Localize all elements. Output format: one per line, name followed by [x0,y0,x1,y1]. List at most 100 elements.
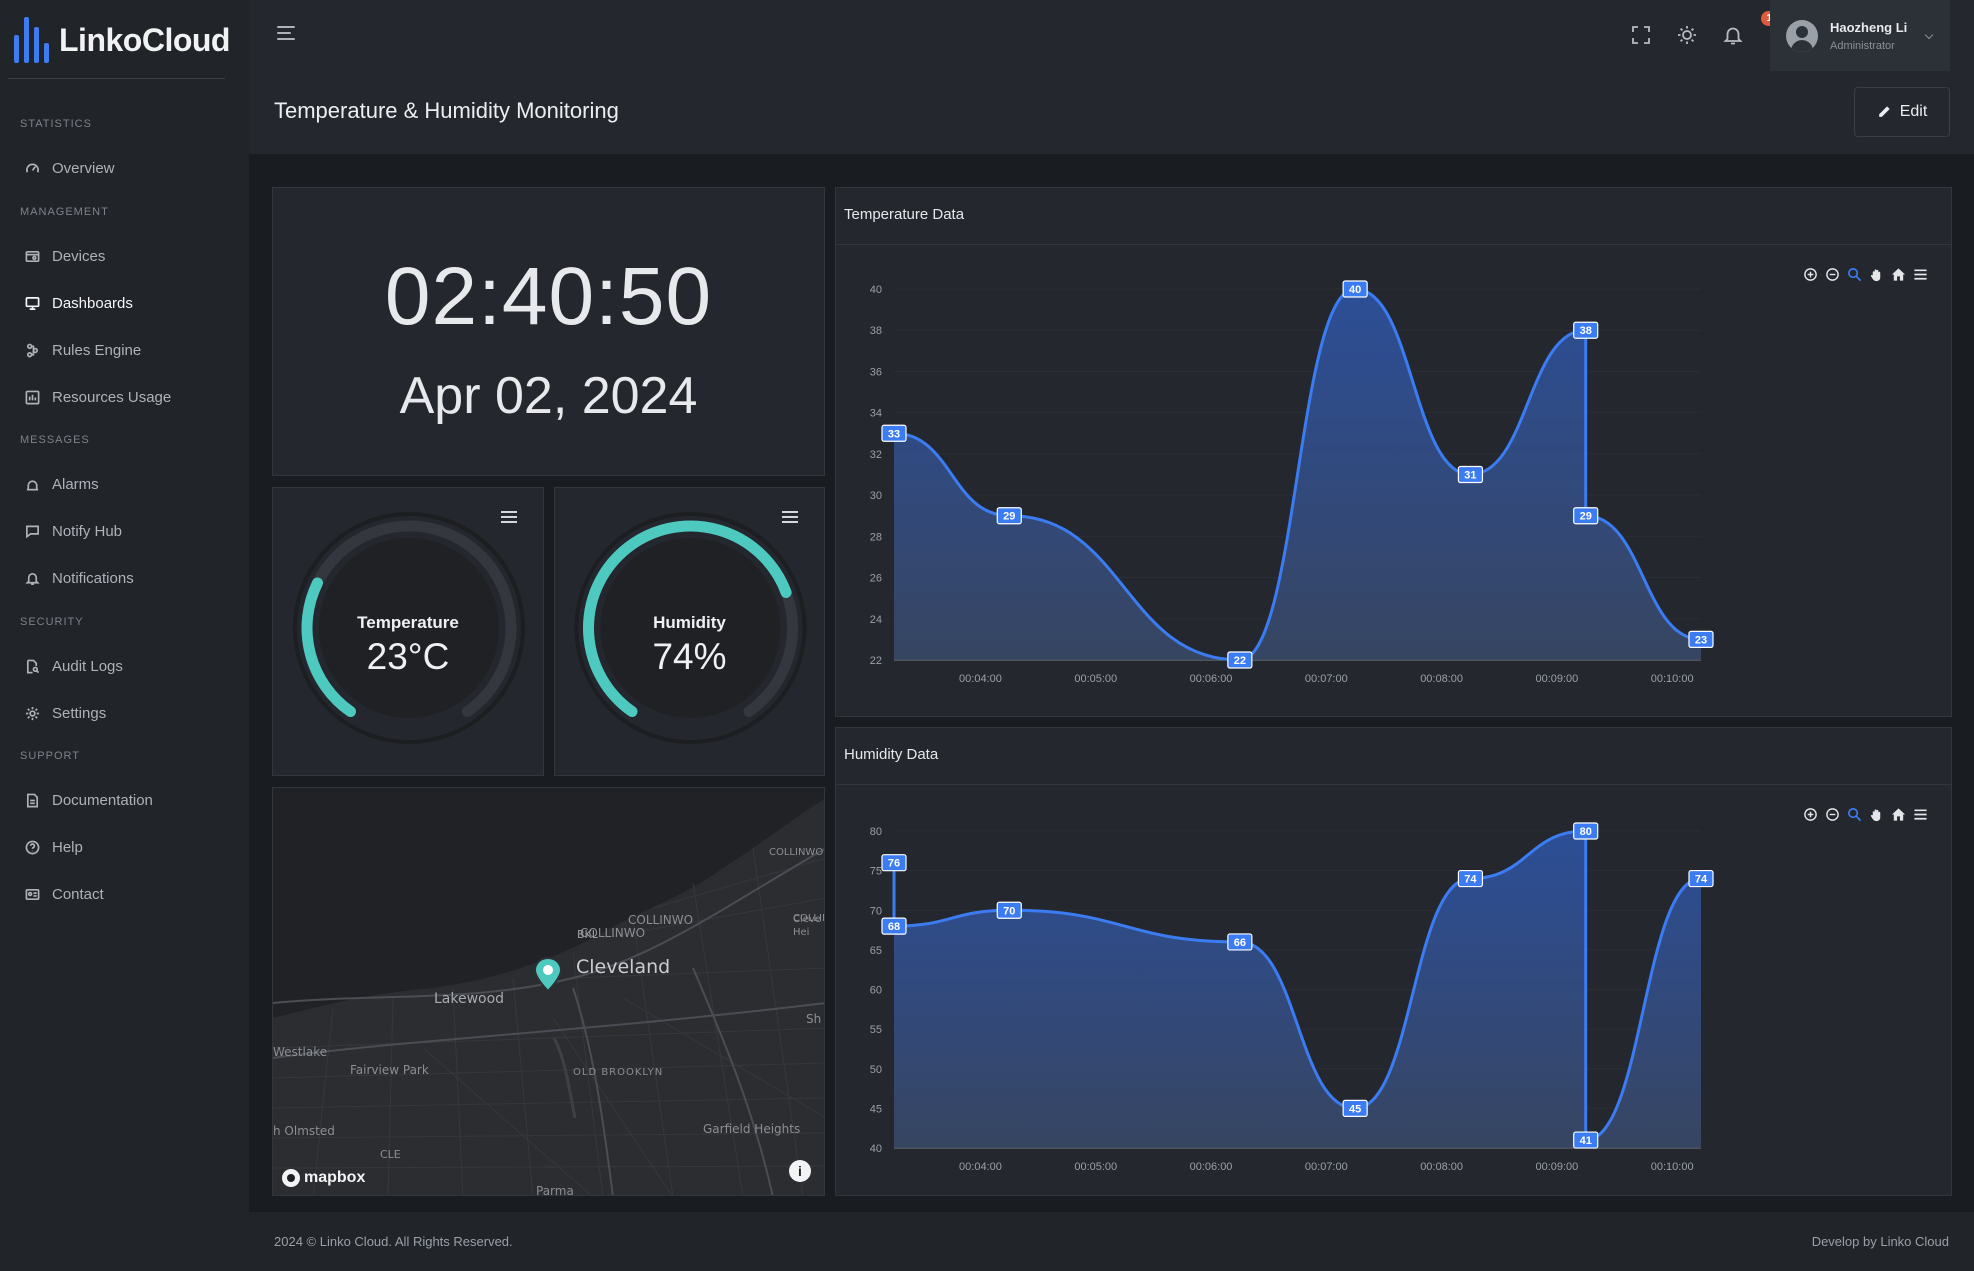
sidebar-item-rules-engine[interactable]: Rules Engine [24,338,141,362]
data-label-text: 41 [1580,1135,1592,1147]
data-point-label[interactable]: 31 [1457,465,1484,484]
data-label-text: 70 [1003,905,1015,917]
data-point-label[interactable]: 33 [881,424,907,442]
data-label-text: 66 [1234,937,1246,949]
brand-divider [8,78,225,79]
data-point-label[interactable]: 23 [1688,630,1714,648]
sidebar-item-help[interactable]: Help [24,835,83,859]
pan-hand-icon[interactable] [1867,805,1885,823]
sidebar-item-audit-logs[interactable]: Audit Logs [24,654,123,678]
sidebar-item-contact[interactable]: Contact [24,882,104,906]
edit-button-label: Edit [1899,103,1928,120]
data-label-text: 40 [1349,284,1361,296]
gear-icon [24,705,40,721]
data-point-label[interactable]: 74 [1688,869,1714,888]
menu-toggle-icon[interactable] [277,26,297,42]
data-label-text: 38 [1580,325,1592,337]
y-tick-label: 55 [870,1024,882,1036]
footer-copyright: 2024 © Linko Cloud. All Rights Reserved. [274,1234,513,1249]
data-point-label[interactable]: 29 [1573,507,1599,525]
map-label-old-brooklyn: OLD BROOKLYN [573,1067,664,1078]
sidebar-item-label: Settings [52,704,107,722]
sidebar-item-label: Dashboards [52,294,133,312]
logo-bars-icon [14,17,49,63]
chart-menu-icon[interactable] [1911,805,1929,823]
sidebar-item-dashboards[interactable]: Dashboards [24,291,133,315]
sidebar-item-overview[interactable]: Overview [24,156,115,180]
edit-button[interactable]: Edit [1854,87,1950,137]
y-tick-label: 70 [870,905,882,917]
nav-section-statistics: STATISTICS [20,118,92,130]
x-tick-label: 00:07:00 [1305,673,1348,685]
map-label-line: Cleve [793,914,821,925]
reset-home-icon[interactable] [1889,265,1907,283]
clock-date: Apr 02, 2024 [399,367,698,425]
map-label-fairview-park: Fairview Park [350,1063,429,1077]
data-point-label[interactable]: 76 [881,854,907,872]
notifications-bell-icon[interactable] [1722,24,1744,46]
data-point-label[interactable]: 29 [996,507,1022,525]
temperature-value: 23°C [366,636,450,677]
zoom-in-icon[interactable] [1801,805,1819,823]
data-point-label[interactable]: 38 [1573,321,1599,339]
data-point-label[interactable]: 22 [1227,651,1253,669]
sidebar-item-alarms[interactable]: Alarms [24,472,99,496]
humidity-label: Humidity [653,613,726,632]
data-point-label[interactable]: 66 [1227,933,1253,951]
theme-sun-icon[interactable] [1676,24,1698,46]
pan-hand-icon[interactable] [1867,265,1885,283]
mapbox-logo[interactable]: mapbox [282,1169,365,1187]
sidebar: LinkoCloud STATISTICS Overview MANAGEMEN… [0,0,249,1271]
x-tick-label: 00:09:00 [1535,673,1578,685]
map-label-cleveland-heights: Cleve Hei [793,913,821,939]
map-info-icon[interactable]: i [789,1160,811,1182]
brand-logo[interactable]: LinkoCloud [14,14,230,66]
data-label-text: 45 [1349,1103,1361,1115]
y-tick-label: 50 [870,1064,882,1076]
y-tick-label: 32 [870,449,882,461]
sidebar-item-label: Alarms [52,475,99,493]
map-label-cle: CLE [380,1148,401,1161]
sidebar-item-settings[interactable]: Settings [24,701,106,725]
reset-home-icon[interactable] [1889,805,1907,823]
y-tick-label: 22 [870,655,882,667]
document-icon [24,792,40,808]
app: LinkoCloud STATISTICS Overview MANAGEMEN… [0,0,1974,1271]
user-menu[interactable]: Haozheng Li Administrator [1770,0,1950,71]
fullscreen-icon[interactable] [1630,24,1652,46]
mapbox-logo-icon [282,1169,300,1187]
y-tick-label: 34 [870,408,882,420]
sidebar-item-devices[interactable]: Devices [24,244,105,268]
map-card[interactable]: COLLINWO COLLINWO COLLINWO BKL Cleveland… [272,787,825,1196]
sidebar-item-notifications[interactable]: Notifications [24,566,134,590]
sidebar-item-documentation[interactable]: Documentation [24,788,153,812]
data-point-label[interactable]: 41 [1573,1131,1599,1149]
data-label-text: 74 [1695,874,1708,886]
temperature-chart[interactable]: 22 24 26 28 30 32 34 36 38 40 00:04:00 00:05:00 00:0… [836,188,1953,718]
map-label-city: Cleveland [576,956,671,978]
sidebar-item-label: Notifications [52,569,134,587]
page-header: Temperature & Humidity Monitoring Edit [249,71,1974,154]
zoom-out-icon[interactable] [1823,805,1841,823]
zoom-out-icon[interactable] [1823,265,1841,283]
nav-section-security: SECURITY [20,616,84,628]
data-point-label[interactable]: 40 [1342,280,1368,298]
zoom-in-icon[interactable] [1801,265,1819,283]
map-label-garfield-heights: Garfield Heights [703,1122,801,1136]
data-point-label[interactable]: 70 [996,901,1022,919]
sidebar-item-notify-hub[interactable]: Notify Hub [24,519,122,543]
zoom-select-icon[interactable] [1845,265,1863,283]
map-marker-icon[interactable] [533,956,563,994]
zoom-select-icon[interactable] [1845,805,1863,823]
x-tick-label: 00:10:00 [1651,1161,1694,1173]
data-point-label[interactable]: 80 [1573,822,1599,840]
chart-menu-icon[interactable] [1911,265,1929,283]
data-point-label[interactable]: 68 [881,917,907,935]
data-point-label[interactable]: 74 [1457,869,1484,888]
sidebar-item-label: Notify Hub [52,522,123,540]
chart-toolbar [1801,805,1929,823]
footer-credit: Develop by Linko Cloud [1811,1234,1949,1249]
sidebar-item-resources-usage[interactable]: Resources Usage [24,385,171,409]
data-point-label[interactable]: 45 [1342,1099,1368,1117]
humidity-chart[interactable]: 40 45 50 55 60 65 70 75 80 00:04:00 00:05:00 00:06:… [836,728,1953,1197]
